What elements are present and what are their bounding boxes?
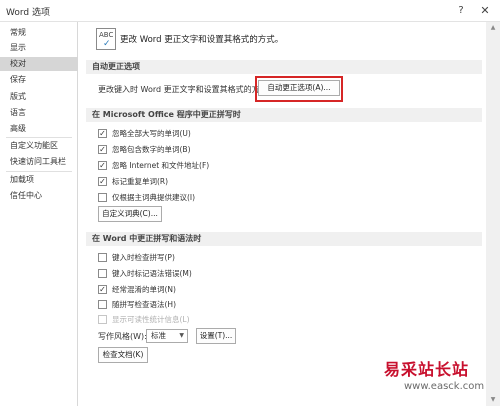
sidebar-divider: [6, 137, 72, 138]
watermark: 易采站长站 www.easck.com: [378, 352, 500, 406]
help-button[interactable]: ?: [452, 2, 470, 20]
word-spelling-section-header: 在 Word 中更正拼写和语法时: [86, 232, 482, 246]
sidebar-item-advanced[interactable]: 高级: [0, 122, 78, 136]
sidebar-item-save[interactable]: 保存: [0, 73, 78, 87]
highlight-box: [255, 76, 343, 102]
check-document-button[interactable]: 检查文档(K): [98, 347, 148, 363]
window-title: Word 选项: [6, 8, 50, 18]
autocorrect-section-header: 自动更正选项: [86, 60, 482, 74]
chevron-down-icon: ▼: [179, 332, 184, 339]
option-label: 显示可读性统计信息(L): [112, 315, 190, 324]
close-button[interactable]: ✕: [476, 2, 494, 20]
option-label: 键入时检查拼写(P): [112, 253, 175, 262]
office-spelling-section-header: 在 Microsoft Office 程序中更正拼写时: [86, 108, 482, 122]
option-label: 仅根据主词典提供建议(I): [112, 193, 196, 202]
checkmark-icon: ✓: [103, 39, 111, 49]
sidebar-divider: [6, 171, 72, 172]
checkbox-main-dictionary-only[interactable]: [98, 193, 107, 202]
checkbox-flag-repeated[interactable]: ✓: [98, 177, 107, 186]
sidebar-item-general[interactable]: 常规: [0, 26, 78, 40]
writing-style-label: 写作风格(W):: [98, 332, 147, 341]
watermark-url: www.easck.com: [404, 381, 485, 392]
option-label: 忽略包含数字的单词(B): [112, 145, 191, 154]
option-label: 忽略 Internet 和文件地址(F): [112, 161, 210, 170]
option-label: 标记重复单词(R): [112, 177, 169, 186]
option-label: 键入时标记语法错误(M): [112, 269, 192, 278]
settings-button[interactable]: 设置(T)...: [196, 328, 236, 344]
watermark-text: 易采站长站: [384, 360, 470, 379]
sidebar-item-quick-access-toolbar[interactable]: 快速访问工具栏: [0, 155, 78, 169]
sidebar-item-language[interactable]: 语言: [0, 106, 78, 120]
abc-icon-text: ABC: [99, 31, 114, 39]
option-label: 随拼写检查语法(H): [112, 300, 176, 309]
writing-style-select[interactable]: 标准 ▼: [146, 329, 188, 343]
option-label: 忽略全部大写的单词(U): [112, 129, 191, 138]
sidebar-item-layout[interactable]: 版式: [0, 90, 78, 104]
sidebar-item-proofing[interactable]: 校对: [0, 57, 78, 71]
checkbox-ignore-numbers[interactable]: ✓: [98, 145, 107, 154]
abc-check-icon: ABC ✓: [96, 28, 116, 50]
writing-style-value: 标准: [151, 331, 166, 340]
scroll-up-icon[interactable]: ▲: [486, 22, 500, 34]
checkbox-ignore-internet[interactable]: ✓: [98, 161, 107, 170]
vertical-scrollbar[interactable]: ▲ ▼: [486, 22, 500, 406]
checkbox-mark-grammar[interactable]: [98, 269, 107, 278]
sidebar-item-add-ins[interactable]: 加载项: [0, 173, 78, 187]
checkbox-check-grammar[interactable]: [98, 300, 107, 309]
sidebar: 常规 显示 校对 保存 版式 语言 高级 自定义功能区 快速访问工具栏 加载项 …: [0, 22, 78, 406]
page-description: 更改 Word 更正文字和设置其格式的方式。: [120, 35, 284, 45]
proofing-panel: ABC ✓ 更改 Word 更正文字和设置其格式的方式。 自动更正选项 更改键入…: [80, 22, 484, 406]
custom-dictionaries-button[interactable]: 自定义词典(C)...: [98, 206, 162, 222]
option-label: 经常混淆的单词(N): [112, 285, 176, 294]
checkbox-readability-stats: [98, 315, 107, 324]
title-bar: Word 选项 ? ✕: [0, 0, 500, 22]
checkbox-check-spelling[interactable]: [98, 253, 107, 262]
sidebar-item-trust-center[interactable]: 信任中心: [0, 189, 78, 203]
sidebar-item-customize-ribbon[interactable]: 自定义功能区: [0, 139, 78, 153]
sidebar-item-display[interactable]: 显示: [0, 41, 78, 55]
checkbox-ignore-uppercase[interactable]: ✓: [98, 129, 107, 138]
autocorrect-description: 更改键入时 Word 更正文字和设置其格式的方式：: [98, 85, 276, 94]
checkbox-confused-words[interactable]: ✓: [98, 285, 107, 294]
